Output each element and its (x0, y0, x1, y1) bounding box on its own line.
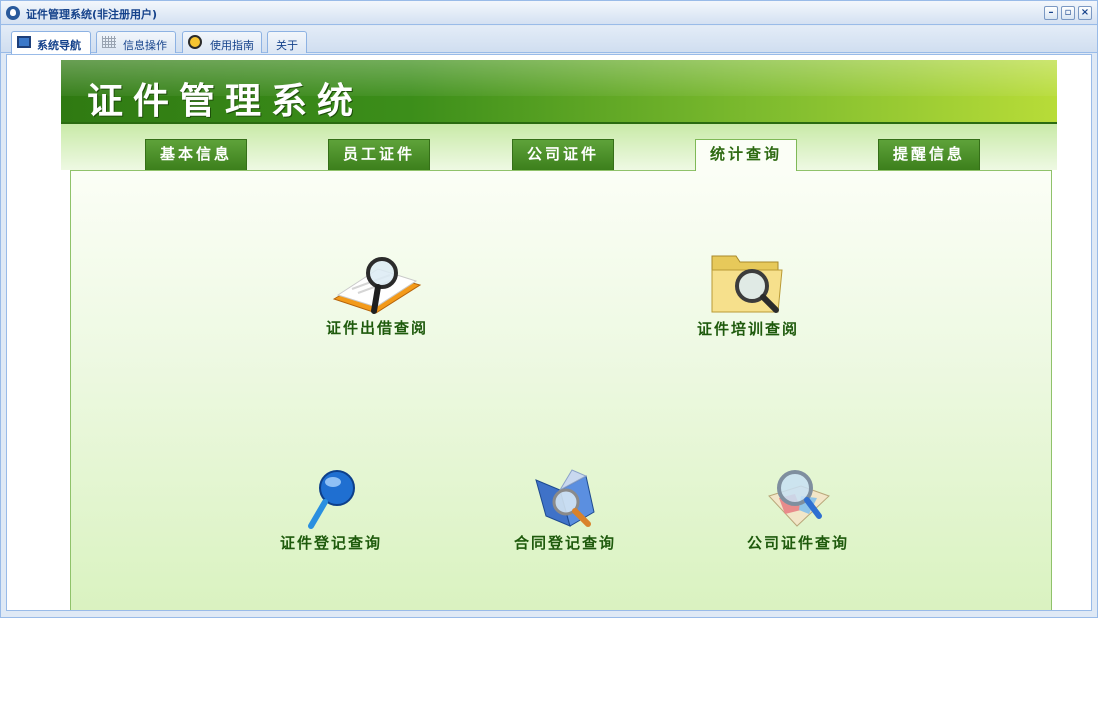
tab-label: 信息操作 (123, 39, 167, 52)
magnifier-icon (301, 466, 361, 532)
function-contract-query[interactable]: 合同登记查询 (505, 466, 625, 553)
nav-tab-reminders[interactable]: 提醒信息 (878, 139, 980, 170)
folder-magnifier-icon (708, 248, 788, 318)
function-label: 证件培训查阅 (696, 320, 799, 338)
title-bar: 证件管理系统(非注册用户) – ▫ × (1, 1, 1097, 25)
grid-icon (102, 36, 116, 48)
content-frame: 证件管理系统 基本信息 员工证件 公司证件 统计查询 提醒信息 证件出借查阅 证… (6, 54, 1092, 611)
function-label: 合同登记查询 (513, 534, 616, 552)
function-training-query[interactable]: 证件培训查阅 (688, 248, 808, 339)
minimize-icon[interactable]: – (1044, 6, 1058, 20)
banner-title: 证件管理系统 (87, 80, 364, 122)
tab-system-navigation[interactable]: 系统导航 (11, 31, 91, 54)
function-company-certificate-query[interactable]: 公司证件查询 (738, 466, 858, 553)
nav-tab-company-certificates[interactable]: 公司证件 (512, 139, 614, 170)
document-magnifier-icon (530, 466, 600, 532)
tab-info-operation[interactable]: 信息操作 (96, 31, 176, 53)
close-icon[interactable]: × (1078, 6, 1092, 20)
tab-label: 系统导航 (37, 39, 81, 52)
monitor-icon (17, 36, 31, 48)
book-magnifier-icon (332, 251, 422, 317)
tab-about[interactable]: 关于 (267, 31, 307, 53)
nav-tab-employee-certificates[interactable]: 员工证件 (328, 139, 430, 170)
function-panel: 证件出借查阅 证件培训查阅 证件登记查询 合同登记查询 公司证件查询 (70, 170, 1052, 610)
app-window: 证件管理系统(非注册用户) – ▫ × 系统导航 信息操作 使用指南 关于 证件… (0, 0, 1098, 618)
function-label: 证件登记查询 (279, 534, 382, 552)
tab-user-guide[interactable]: 使用指南 (182, 31, 262, 53)
map-magnifier-icon (761, 466, 835, 532)
nav-tab-statistics-query[interactable]: 统计查询 (695, 139, 797, 171)
tab-label: 关于 (276, 39, 298, 52)
app-logo-icon (6, 6, 20, 20)
tab-label: 使用指南 (210, 39, 254, 52)
app-tab-strip: 系统导航 信息操作 使用指南 关于 (1, 26, 1097, 54)
function-loan-query[interactable]: 证件出借查阅 (317, 251, 437, 338)
function-label: 证件出借查阅 (325, 319, 428, 337)
window-title: 证件管理系统(非注册用户) (26, 8, 158, 21)
function-registration-query[interactable]: 证件登记查询 (271, 466, 391, 553)
clock-icon (188, 35, 202, 49)
function-label: 公司证件查询 (746, 534, 849, 552)
banner: 证件管理系统 (61, 60, 1057, 124)
nav-tab-basic-info[interactable]: 基本信息 (145, 139, 247, 170)
restore-icon[interactable]: ▫ (1061, 6, 1075, 20)
